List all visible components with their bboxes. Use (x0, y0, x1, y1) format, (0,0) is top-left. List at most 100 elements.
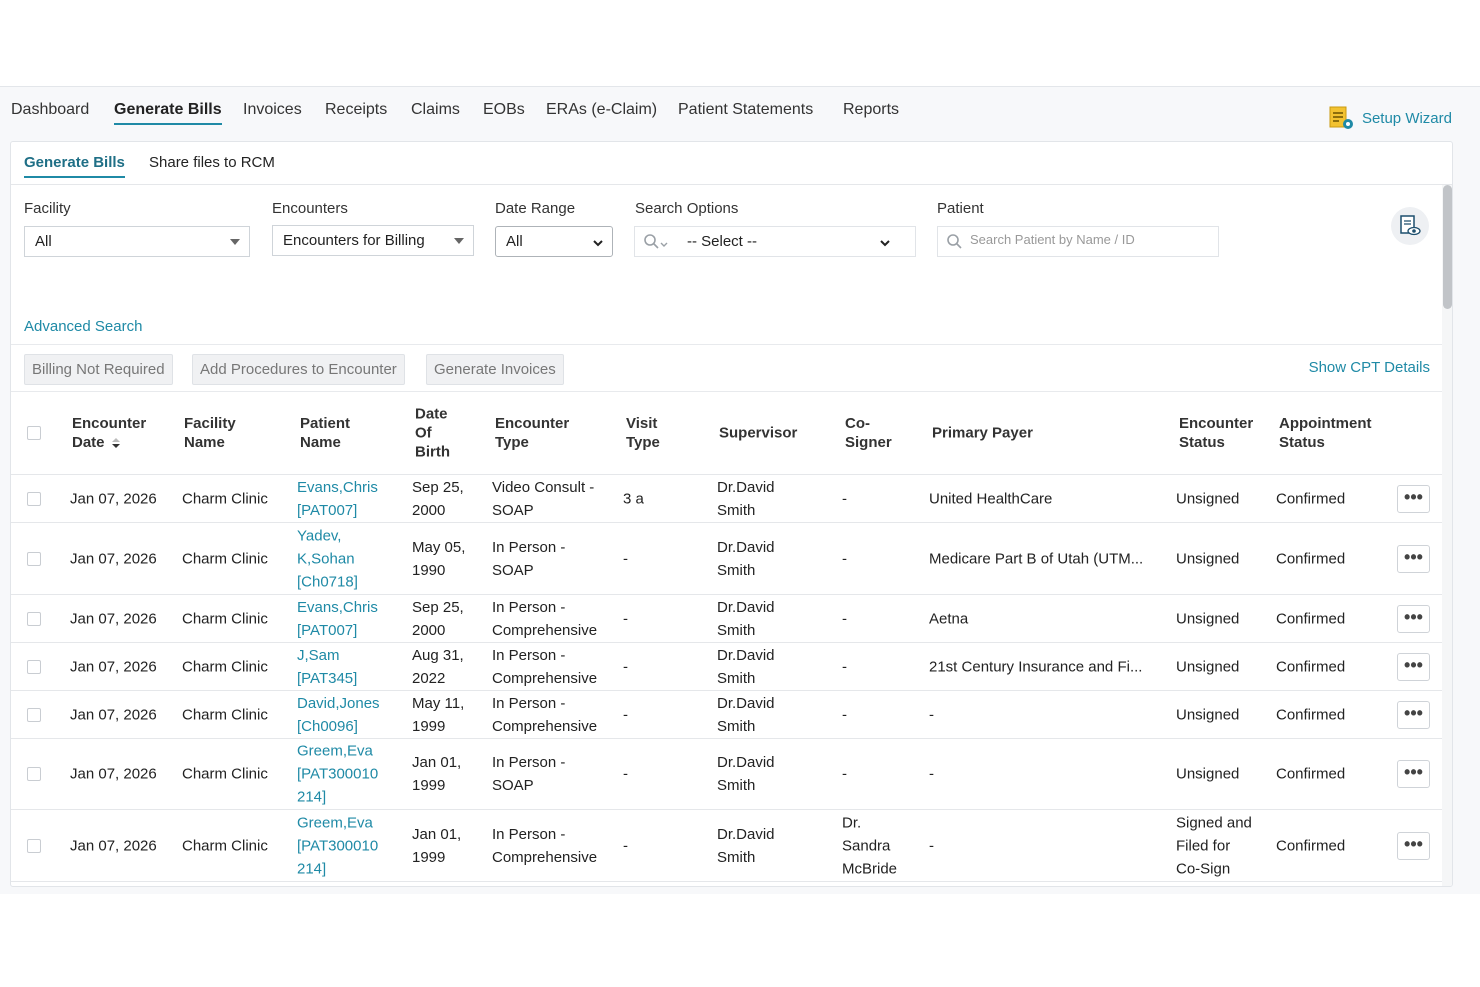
nav-patient-statements[interactable]: Patient Statements (678, 101, 813, 123)
cosigner-cell: - (842, 655, 847, 678)
patient-cell-line[interactable]: 214] (297, 857, 378, 880)
facility-select[interactable]: All (24, 226, 250, 257)
table-row[interactable]: Jan 07, 2026 Charm Clinic Yadev, K,Sohan [Ch… (11, 523, 1442, 595)
patient-cell[interactable]: J,Sam [PAT345] (297, 644, 357, 690)
table-row[interactable]: Jan 07, 2026 Charm Clinic Greem,Eva [PAT300… (11, 810, 1442, 882)
select-all-checkbox[interactable] (27, 426, 41, 440)
visit-type-cell: - (623, 610, 628, 627)
encounters-select[interactable]: Encounters for Billing (272, 225, 474, 256)
supervisor-cell-line: Dr.David (717, 646, 775, 664)
nav-eras[interactable]: ERAs (e-Claim) (546, 101, 657, 123)
tab-generate-bills[interactable]: Generate Bills (24, 154, 125, 178)
nav-generate-bills[interactable]: Generate Bills (114, 101, 222, 125)
patient-cell[interactable]: Evans,Chris [PAT007] (297, 476, 378, 522)
row-actions-menu-button[interactable]: ••• (1397, 544, 1430, 573)
facility-value: All (35, 233, 52, 250)
visit-type-cell: - (623, 658, 628, 675)
dob-cell-line: Jan 01, (412, 825, 462, 843)
cosigner-cell-line: - (842, 610, 847, 627)
encounter-status-cell-line: Filed for (1176, 837, 1231, 854)
row-checkbox[interactable] (27, 551, 41, 566)
cosigner-cell-line: - (842, 550, 847, 567)
patient-cell-line[interactable]: [PAT300010 (297, 834, 378, 857)
nav-eobs[interactable]: EOBs (483, 101, 525, 123)
patient-cell-line[interactable]: Greem,Eva (297, 740, 378, 763)
patient-cell[interactable]: Greem,Eva [PAT300010 214] (297, 811, 378, 880)
billing-app: Dashboard Generate Bills Invoices Receip… (0, 86, 1480, 894)
chevron-down-icon (880, 240, 890, 247)
patient-cell-line[interactable]: K,Sohan (297, 547, 358, 570)
table-row[interactable]: Jan 07, 2026 Charm Clinic David,Jones [Ch00… (11, 691, 1442, 739)
patient-cell[interactable]: David,Jones [Ch0096] (297, 692, 380, 738)
row-actions-menu-button[interactable]: ••• (1397, 831, 1430, 860)
row-checkbox[interactable] (27, 767, 41, 781)
show-cpt-details-link[interactable]: Show CPT Details (1309, 359, 1430, 376)
table-row[interactable]: Jan 07, 2026 Charm Clinic J,Sam [PAT345] Aug… (11, 643, 1442, 691)
nav-reports[interactable]: Reports (843, 101, 899, 123)
col-cosigner: Co- Signer (845, 414, 892, 452)
nav-claims[interactable]: Claims (411, 101, 460, 123)
encounter-status-cell-line: Unsigned (1176, 610, 1240, 627)
encounter-type-cell-line: In Person - (492, 538, 566, 556)
patient-cell-line[interactable]: 214] (297, 786, 378, 809)
table-row[interactable]: Jan 07, 2026 Charm Clinic Evans,Chris [PAT0… (11, 595, 1442, 643)
header-text: Supervisor (719, 424, 798, 442)
nav-invoices[interactable]: Invoices (243, 101, 302, 123)
row-checkbox[interactable] (27, 659, 41, 674)
patient-cell[interactable]: Yadev, K,Sohan [Ch0718] (297, 524, 358, 593)
row-checkbox[interactable] (27, 838, 41, 853)
nav-receipts[interactable]: Receipts (325, 101, 387, 123)
patient-cell-line[interactable]: [PAT007] (297, 499, 378, 522)
patient-cell-line[interactable]: Evans,Chris (297, 476, 378, 499)
dob-cell-line: 2022 (412, 669, 446, 687)
dob-cell: Sep 25, 2000 (412, 476, 464, 522)
patient-cell-line[interactable]: Evans,Chris (297, 596, 378, 619)
supervisor-cell-line: Dr.David (717, 538, 775, 556)
row-checkbox[interactable] (27, 611, 41, 626)
patient-search-input[interactable] (970, 232, 1210, 247)
advanced-search-link[interactable]: Advanced Search (24, 318, 142, 335)
cosigner-cell-line: - (842, 706, 847, 723)
row-actions-menu-button[interactable]: ••• (1397, 760, 1430, 788)
patient-cell-line[interactable]: Greem,Eva (297, 811, 378, 834)
search-options-select[interactable]: -- Select -- (634, 226, 916, 257)
row-actions-menu-button[interactable]: ••• (1397, 484, 1430, 513)
patient-cell-line[interactable]: [PAT007] (297, 619, 378, 642)
patient-cell-line[interactable]: [PAT300010 (297, 763, 378, 786)
table-row[interactable]: Jan 07, 2026 Charm Clinic Greem,Eva [PAT300… (11, 739, 1442, 810)
add-procedures-button[interactable]: Add Procedures to Encounter (192, 354, 405, 385)
supervisor-cell-line: Smith (717, 561, 756, 579)
patient-cell-line[interactable]: [Ch0718] (297, 570, 358, 593)
row-checkbox[interactable] (27, 707, 41, 722)
col-encounter-status: Encounter Status (1179, 414, 1253, 452)
patient-cell-line[interactable]: Yadev, (297, 524, 358, 547)
patient-cell[interactable]: Evans,Chris [PAT007] (297, 596, 378, 642)
date-range-select[interactable]: All (495, 226, 613, 257)
row-actions-menu-button[interactable]: ••• (1397, 604, 1430, 633)
patient-cell-line[interactable]: J,Sam (297, 644, 357, 667)
row-checkbox[interactable] (27, 491, 41, 506)
cosigner-cell-line: - (842, 490, 847, 507)
vertical-scrollbar[interactable] (1442, 185, 1452, 886)
billing-not-required-button[interactable]: Billing Not Required (24, 354, 173, 385)
table-row[interactable]: Jan 07, 2026 Charm Clinic Evans,Chris [PAT0… (11, 475, 1442, 523)
cosigner-cell-line: - (842, 658, 847, 675)
patient-cell[interactable]: Greem,Eva [PAT300010 214] (297, 740, 378, 809)
patient-cell-line[interactable]: David,Jones (297, 692, 380, 715)
nav-dashboard[interactable]: Dashboard (11, 101, 89, 123)
dob-cell-line: 1999 (412, 777, 446, 794)
encounter-type-cell-line: In Person - (492, 694, 566, 712)
row-actions-menu-button[interactable]: ••• (1397, 700, 1430, 729)
patient-cell-line[interactable]: [PAT345] (297, 667, 357, 690)
setup-wizard-button[interactable]: Setup Wizard (1328, 105, 1452, 131)
row-actions-menu-button[interactable]: ••• (1397, 652, 1430, 681)
patient-cell-line[interactable]: [Ch0096] (297, 715, 380, 738)
generate-invoices-button[interactable]: Generate Invoices (426, 354, 564, 385)
col-encounter-date[interactable]: Encounter Date (72, 414, 146, 452)
scrollbar-thumb[interactable] (1443, 185, 1452, 309)
patient-search-field[interactable] (937, 226, 1219, 257)
col-patient-name: Patient Name (300, 414, 350, 452)
view-list-button[interactable] (1391, 207, 1429, 245)
primary-payer-cell: United HealthCare (929, 490, 1053, 507)
tab-share-files[interactable]: Share files to RCM (149, 154, 275, 176)
